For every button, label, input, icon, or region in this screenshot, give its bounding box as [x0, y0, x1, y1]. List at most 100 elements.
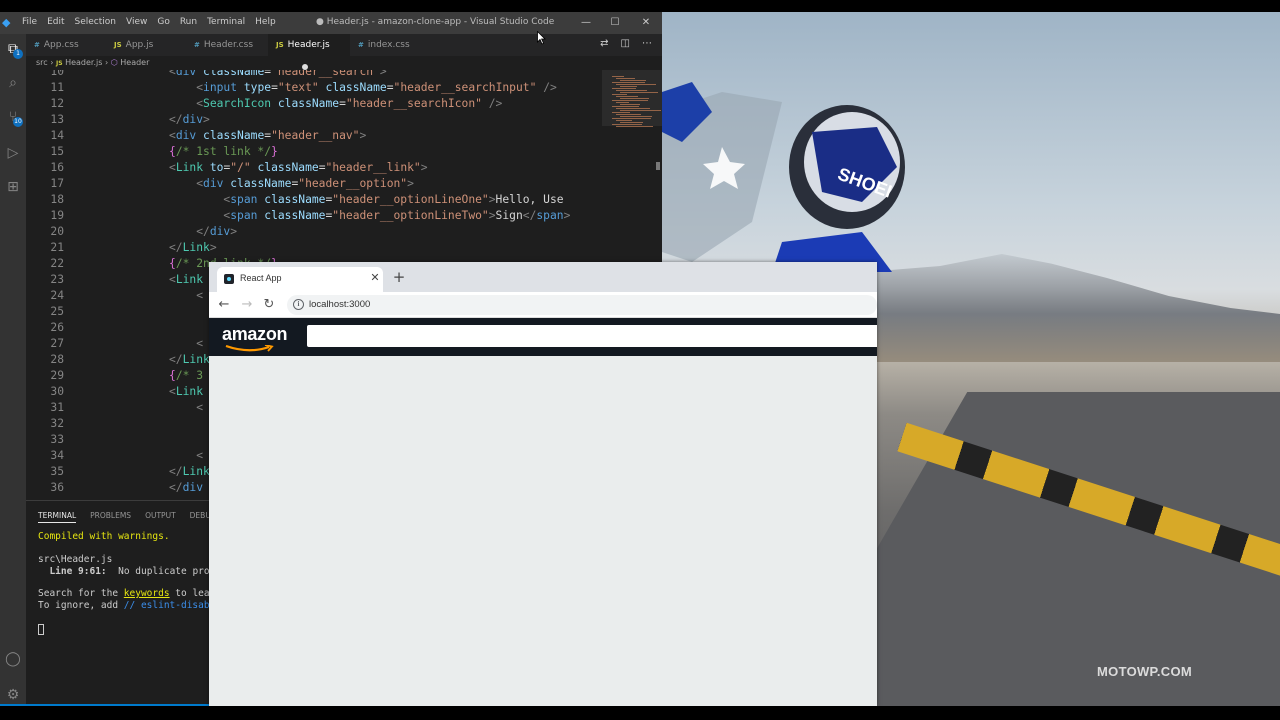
- tab-header-css[interactable]: # Header.css: [186, 34, 268, 56]
- menu-terminal[interactable]: Terminal: [207, 17, 245, 27]
- css-file-icon: #: [194, 41, 200, 49]
- tab-label: App.js: [125, 40, 154, 50]
- editor-scrollbar-thumb[interactable]: [656, 162, 660, 170]
- activity-bar: ⧉ 1 ⌕ ⑂ 10 ▷ ⊞ ◯ ⚙: [0, 34, 26, 706]
- settings-gear-icon[interactable]: ⚙: [2, 684, 24, 706]
- menu-help[interactable]: Help: [255, 17, 276, 27]
- source-control-badge: 10: [13, 117, 23, 127]
- search-hint-prefix: Search for the: [38, 588, 124, 599]
- code-line[interactable]: 19 <span className="header__optionLineTw…: [26, 208, 600, 224]
- run-debug-icon[interactable]: ▷: [2, 142, 24, 164]
- open-changes-icon[interactable]: ⇄: [600, 38, 608, 49]
- line-content: </Link: [169, 465, 210, 478]
- extensions-icon[interactable]: ⊞: [2, 176, 24, 198]
- address-bar-url[interactable]: localhost:3000: [309, 299, 370, 310]
- line-number: 32: [50, 417, 64, 430]
- search-icon[interactable]: ⌕: [2, 72, 24, 94]
- line-number: 25: [50, 305, 64, 318]
- code-line[interactable]: 11 <input type="text" className="header_…: [26, 80, 600, 96]
- code-line[interactable]: 21 </Link>: [26, 240, 600, 256]
- amazon-logo[interactable]: amazon: [222, 324, 288, 345]
- tab-index-css[interactable]: # index.css: [350, 34, 430, 56]
- menu-edit[interactable]: Edit: [47, 17, 64, 27]
- editor-tabs: # App.css JS App.js # Header.css JS Header.j…: [26, 34, 662, 70]
- breadcrumb-symbol[interactable]: Header: [120, 58, 149, 67]
- menu-view[interactable]: View: [126, 17, 147, 27]
- tab-output[interactable]: OUTPUT: [145, 511, 176, 523]
- menu-run[interactable]: Run: [180, 17, 197, 27]
- panel-tabs: TERMINAL PROBLEMS OUTPUT DEBUG CO: [38, 511, 230, 523]
- line-content: <div className="header__nav">: [169, 129, 367, 142]
- code-line[interactable]: 20 </div>: [26, 224, 600, 240]
- minimap-line: [616, 84, 656, 85]
- minimap-line: [612, 124, 642, 125]
- minimap-line: [616, 108, 650, 109]
- forward-icon[interactable]: →: [238, 296, 256, 314]
- minimap-line: [620, 122, 643, 123]
- explorer-icon[interactable]: ⧉ 1: [2, 38, 24, 60]
- tab-label: Header.css: [203, 40, 254, 50]
- line-number: 19: [50, 209, 64, 222]
- code-line[interactable]: 10 <div className="header__search">: [26, 70, 600, 80]
- menu-selection[interactable]: Selection: [75, 17, 116, 27]
- breadcrumb-file[interactable]: Header.js: [65, 58, 102, 67]
- component-symbol-icon: ⬡: [110, 58, 118, 67]
- keywords-link[interactable]: keywords: [124, 588, 170, 599]
- breadcrumb: src › JS Header.js › ⬡ Header: [26, 56, 149, 70]
- tab-app-js[interactable]: JS App.js: [106, 34, 186, 56]
- header-search-input[interactable]: [307, 325, 877, 347]
- minimap-line: [616, 114, 641, 115]
- reload-icon[interactable]: ↻: [260, 296, 278, 314]
- split-editor-icon[interactable]: ◫: [621, 38, 630, 49]
- page-viewport: amazon: [209, 318, 877, 706]
- code-line[interactable]: 16 <Link to="/" className="header__link">: [26, 160, 600, 176]
- browser-window: React App ✕ + ← → ↻ i localhost:3000 ama…: [209, 262, 877, 706]
- minimap-line: [620, 86, 637, 87]
- minimize-icon[interactable]: —: [578, 15, 594, 31]
- tab-app-css[interactable]: # App.css: [26, 34, 106, 56]
- line-number: 10: [50, 70, 64, 78]
- source-control-icon[interactable]: ⑂ 10: [2, 106, 24, 128]
- browser-tab-title: React App: [240, 273, 282, 283]
- warning-file: src\Header.js: [38, 554, 113, 565]
- unsaved-dot-icon[interactable]: [302, 63, 308, 70]
- explorer-badge: 1: [13, 49, 23, 59]
- code-line[interactable]: 13 </div>: [26, 112, 600, 128]
- code-line[interactable]: 18 <span className="header__optionLineOn…: [26, 192, 600, 208]
- tab-header-js[interactable]: JS Header.js: [268, 34, 350, 70]
- breadcrumb-folder[interactable]: src: [36, 58, 48, 67]
- new-tab-icon[interactable]: +: [391, 269, 407, 285]
- line-content: </div>: [196, 225, 238, 238]
- code-line[interactable]: 15 {/* 1st link */}: [26, 144, 600, 160]
- line-content: <: [196, 337, 204, 350]
- close-tab-icon[interactable]: ✕: [367, 270, 383, 286]
- line-number: 22: [50, 257, 64, 270]
- line-number: 36: [50, 481, 64, 494]
- line-number: 13: [50, 113, 64, 126]
- tab-terminal[interactable]: TERMINAL: [38, 511, 77, 523]
- line-content: <Link: [169, 385, 204, 398]
- minimap-line: [612, 100, 648, 101]
- line-content: <: [196, 401, 204, 414]
- code-line[interactable]: 14 <div className="header__nav">: [26, 128, 600, 144]
- tab-label: App.css: [43, 40, 79, 50]
- back-icon[interactable]: ←: [215, 296, 233, 314]
- browser-tab[interactable]: React App ✕: [217, 267, 383, 292]
- terminal-output[interactable]: Compiled with warnings. src\Header.js Li…: [38, 531, 221, 635]
- line-content: {/* 3: [169, 369, 204, 382]
- menu-go[interactable]: Go: [157, 17, 169, 27]
- address-bar[interactable]: i localhost:3000: [287, 295, 877, 315]
- close-icon[interactable]: ✕: [638, 15, 654, 31]
- line-number: 12: [50, 97, 64, 110]
- tab-problems[interactable]: PROBLEMS: [90, 511, 131, 523]
- more-actions-icon[interactable]: ⋯: [642, 38, 652, 49]
- info-icon[interactable]: i: [293, 299, 304, 310]
- code-line[interactable]: 17 <div className="header__option">: [26, 176, 600, 192]
- maximize-icon[interactable]: ☐: [607, 15, 623, 31]
- menu-file[interactable]: File: [22, 17, 37, 27]
- code-line[interactable]: 12 <SearchIcon className="header__search…: [26, 96, 600, 112]
- minimap-line: [616, 78, 635, 79]
- minimap-line: [616, 120, 632, 121]
- account-icon[interactable]: ◯: [2, 648, 24, 670]
- js-file-icon: JS: [276, 41, 284, 49]
